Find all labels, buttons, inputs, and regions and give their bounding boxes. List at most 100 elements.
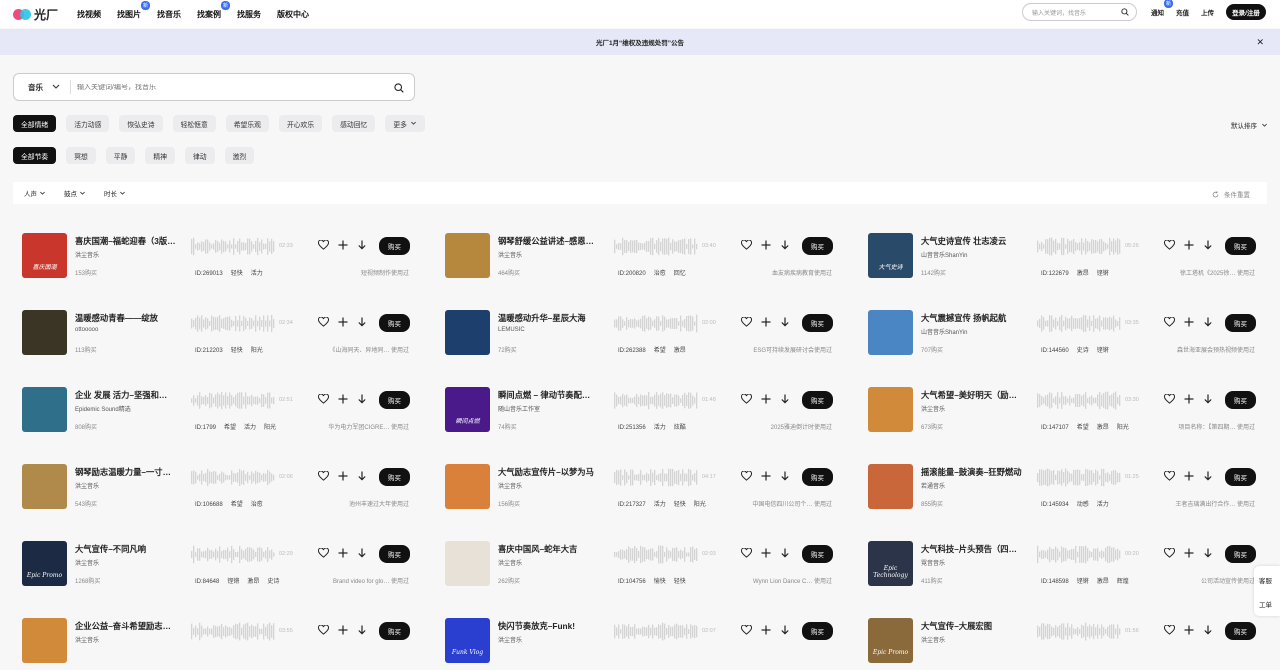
- nav-item[interactable]: 找图片新: [117, 0, 151, 20]
- track-tag[interactable]: 阳光: [694, 502, 706, 508]
- buy-button[interactable]: 购买: [379, 545, 410, 563]
- download-icon[interactable]: [780, 240, 790, 250]
- download-icon[interactable]: [1203, 548, 1213, 558]
- track-card[interactable]: 钢琴励志温暖力量–一寸… 洪尘音乐 543购买 02:06 ID:106688 希望 治愈 池…: [13, 448, 423, 516]
- sort-select[interactable]: 默认排序: [1231, 120, 1268, 130]
- track-cover[interactable]: [445, 310, 490, 355]
- search-icon[interactable]: [394, 83, 404, 93]
- track-tag[interactable]: 轻快: [231, 271, 243, 277]
- track-card[interactable]: 大气希望–美好明天（励… 洪尘音乐 673购买 03:30 ID:147107 希望 激昂 阳…: [859, 371, 1269, 439]
- track-author[interactable]: Epidemic Sound精选: [75, 404, 131, 413]
- track-tag[interactable]: 活力: [244, 425, 256, 431]
- nav-item[interactable]: 找视频: [77, 9, 101, 20]
- heart-icon[interactable]: [318, 240, 329, 250]
- mood-chip[interactable]: 开心欢乐: [278, 115, 323, 132]
- track-author[interactable]: ottooooo: [75, 327, 98, 333]
- logo[interactable]: 光厂: [13, 6, 58, 23]
- track-cover[interactable]: Funk Vlog: [445, 618, 490, 663]
- waveform[interactable]: [614, 314, 698, 333]
- track-cover[interactable]: [868, 464, 913, 509]
- track-tag[interactable]: 希望: [654, 348, 666, 354]
- track-author[interactable]: 随山音乐工作室: [498, 404, 540, 413]
- rhythm-chip[interactable]: 激烈: [224, 147, 255, 164]
- buy-button[interactable]: 购买: [1225, 468, 1256, 486]
- track-title[interactable]: 企业 发展 活力–坚强和…: [75, 389, 183, 401]
- waveform[interactable]: [1037, 622, 1121, 641]
- buy-button[interactable]: 购买: [1225, 314, 1256, 332]
- track-tag[interactable]: 炫酷: [674, 425, 686, 431]
- heart-icon[interactable]: [741, 317, 752, 327]
- track-tag[interactable]: 活力: [654, 425, 666, 431]
- track-tag[interactable]: 激昂: [247, 579, 259, 585]
- track-author[interactable]: 山音音乐ShanYin: [921, 250, 967, 259]
- track-cover[interactable]: [445, 233, 490, 278]
- track-card[interactable]: 瞬间点燃 瞬间点燃 – 律动节奏配… 随山音乐工作室 74购买 01:48 ID:2513…: [436, 371, 846, 439]
- download-icon[interactable]: [1203, 317, 1213, 327]
- buy-button[interactable]: 购买: [379, 622, 410, 640]
- download-icon[interactable]: [1203, 471, 1213, 481]
- track-card[interactable]: Epic Promo 大气宣传–不同凡响 洪尘音乐 1268购买 02:29 ID:846…: [13, 525, 423, 593]
- waveform[interactable]: [1037, 237, 1121, 256]
- track-tag[interactable]: 激昂: [1097, 579, 1109, 585]
- track-card[interactable]: 温暖感动青春——绽放 ottooooo 113购买 02:34 ID:212203 轻快 阳…: [13, 294, 423, 362]
- waveform[interactable]: [191, 314, 275, 333]
- announcement-text[interactable]: 光厂1月“维权及违规处罚”公告: [596, 37, 684, 47]
- track-title[interactable]: 快闪节奏放克–Funk!: [498, 620, 606, 632]
- track-author[interactable]: 洪尘音乐: [498, 250, 522, 259]
- track-card[interactable]: Funk Vlog 快闪节奏放克–Funk! 洪尘音乐 02:07 购买: [436, 602, 846, 670]
- nav-item[interactable]: 找音乐: [157, 9, 181, 20]
- track-tag[interactable]: 激昂: [1097, 425, 1109, 431]
- track-cover[interactable]: Epic Promo: [22, 541, 67, 586]
- rhythm-chip[interactable]: 冥想: [66, 147, 96, 164]
- waveform[interactable]: [614, 545, 698, 564]
- waveform[interactable]: [614, 237, 698, 256]
- track-cover[interactable]: Epic Technology: [868, 541, 913, 586]
- waveform[interactable]: [1037, 314, 1121, 333]
- track-tag[interactable]: 辉煌: [1117, 579, 1129, 585]
- add-icon[interactable]: [338, 394, 348, 404]
- add-icon[interactable]: [338, 471, 348, 481]
- track-title[interactable]: 大气宣传–不同凡响: [75, 543, 183, 555]
- add-icon[interactable]: [1184, 548, 1194, 558]
- buy-button[interactable]: 购买: [379, 391, 410, 409]
- heart-icon[interactable]: [1164, 548, 1175, 558]
- track-cover[interactable]: [22, 387, 67, 432]
- track-cover[interactable]: [22, 464, 67, 509]
- mood-chip[interactable]: 活力动感: [66, 115, 110, 132]
- track-tag[interactable]: 希望: [231, 502, 243, 508]
- buy-button[interactable]: 购买: [1225, 545, 1256, 563]
- waveform[interactable]: [614, 391, 698, 410]
- track-tag[interactable]: 史诗: [267, 579, 279, 585]
- download-icon[interactable]: [357, 471, 367, 481]
- track-cover[interactable]: 大气史诗: [868, 233, 913, 278]
- track-cover[interactable]: [22, 618, 67, 663]
- add-icon[interactable]: [1184, 625, 1194, 635]
- add-icon[interactable]: [338, 625, 348, 635]
- reset-filters-button[interactable]: 条件重置: [1212, 189, 1250, 199]
- download-icon[interactable]: [780, 548, 790, 558]
- track-tag[interactable]: 阳光: [1117, 425, 1129, 431]
- nav-right-item[interactable]: 充值: [1176, 7, 1189, 17]
- add-icon[interactable]: [761, 394, 771, 404]
- track-tag[interactable]: 回忆: [674, 271, 686, 277]
- mood-chip[interactable]: 全部情绪: [13, 115, 57, 132]
- track-author[interactable]: 洪尘音乐: [498, 635, 522, 644]
- track-tag[interactable]: 动感: [1077, 502, 1089, 508]
- track-author[interactable]: LEMUSIC: [498, 327, 525, 333]
- track-title[interactable]: 喜庆国潮–福蛇迎春（3版…: [75, 235, 183, 247]
- track-author[interactable]: 洪尘音乐: [75, 250, 99, 259]
- track-title[interactable]: 大气科技–片头预告（四…: [921, 543, 1029, 555]
- login-button[interactable]: 登录/注册: [1226, 4, 1266, 20]
- track-tag[interactable]: 轻快: [674, 502, 686, 508]
- buy-button[interactable]: 购买: [802, 391, 833, 409]
- add-icon[interactable]: [1184, 471, 1194, 481]
- heart-icon[interactable]: [318, 471, 329, 481]
- track-title[interactable]: 温暖感动青春——绽放: [75, 312, 183, 324]
- track-tag[interactable]: 史诗: [1077, 348, 1089, 354]
- heart-icon[interactable]: [741, 394, 752, 404]
- track-tag[interactable]: 治愈: [654, 271, 666, 277]
- customer-service-button[interactable]: 客服: [1259, 575, 1272, 585]
- heart-icon[interactable]: [1164, 625, 1175, 635]
- heart-icon[interactable]: [741, 625, 752, 635]
- track-author[interactable]: 洪尘音乐: [498, 481, 522, 490]
